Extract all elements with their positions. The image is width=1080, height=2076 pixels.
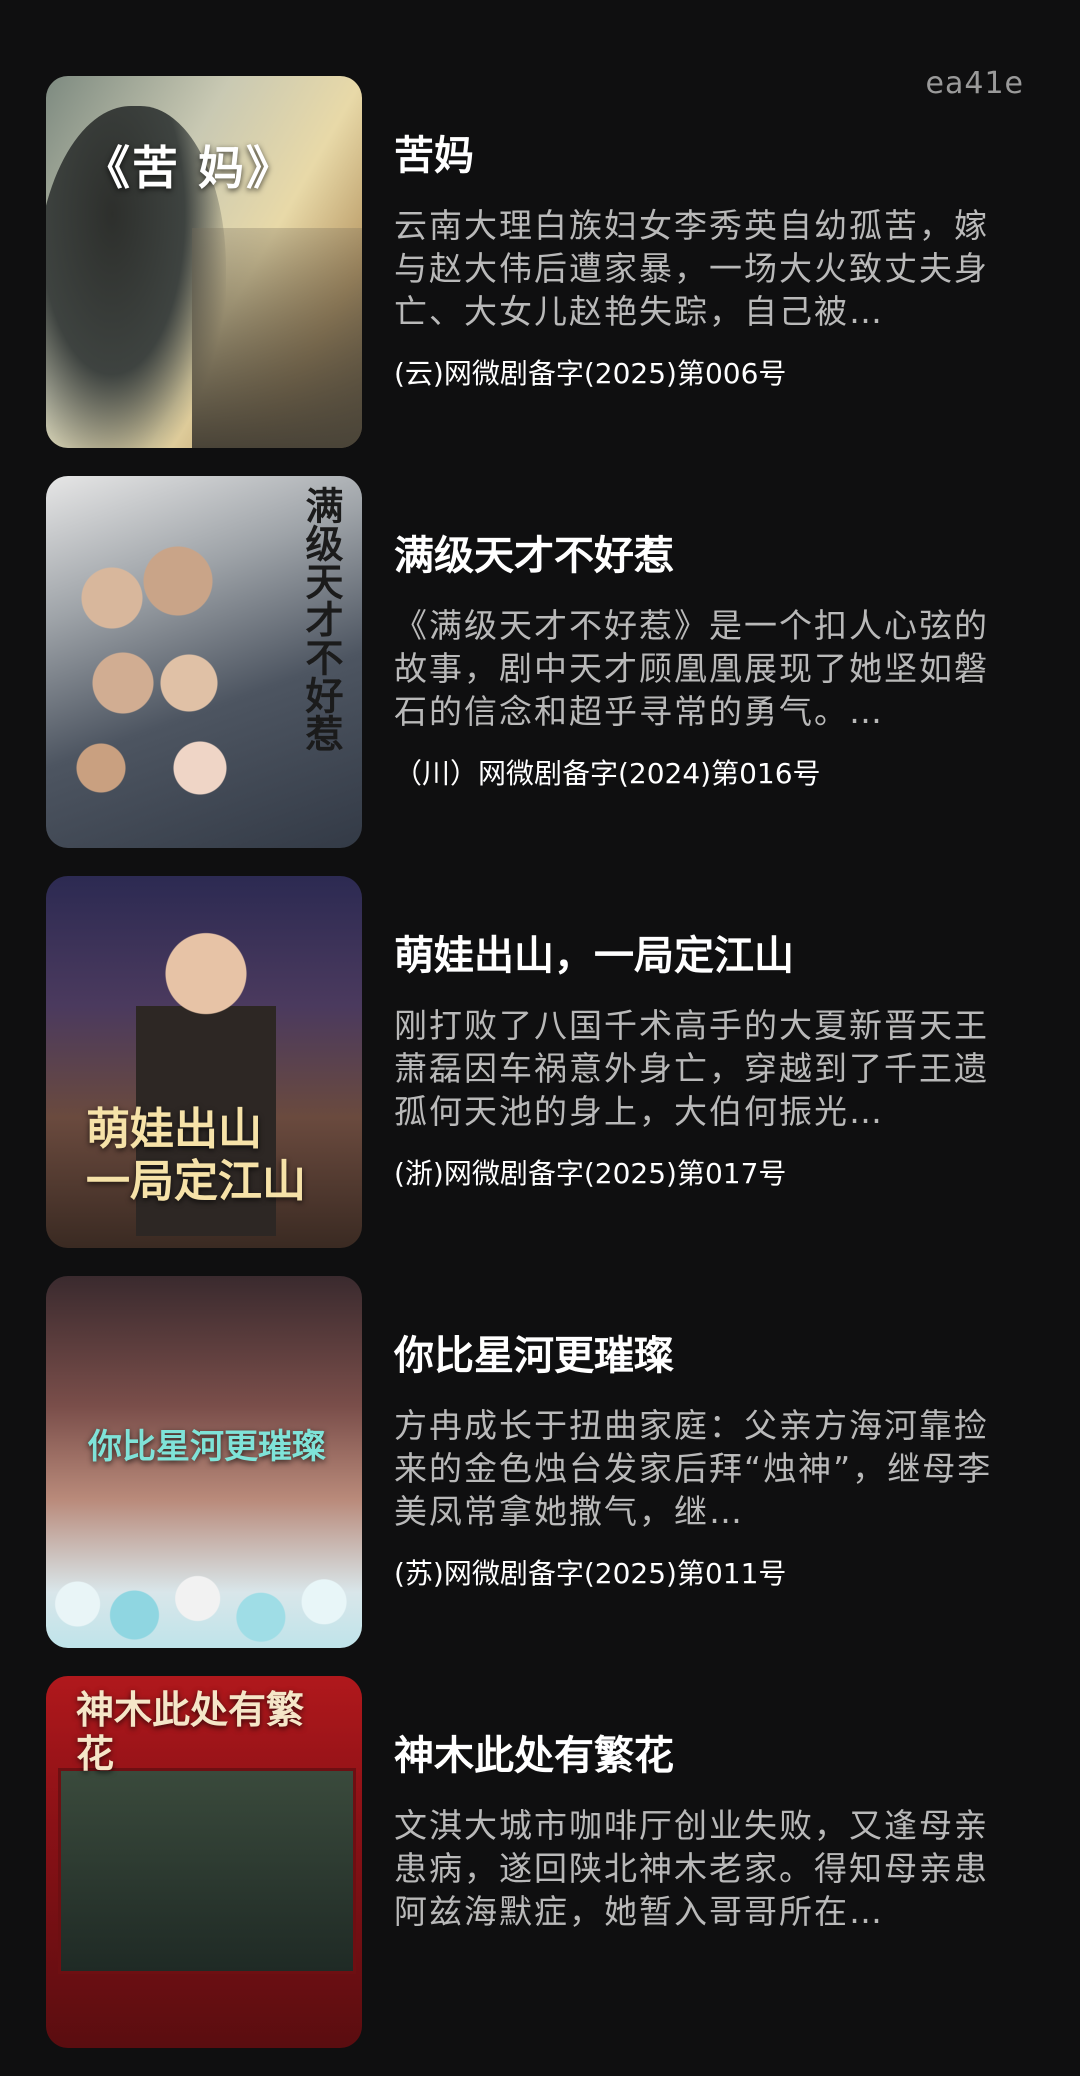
drama-description: 《满级天才不好惹》是一个扣人心弦的故事，剧中天才顾凰凰展现了她坚如磐石的信念和超… bbox=[394, 606, 989, 731]
license-number: (苏)网微剧备字(2025)第011号 bbox=[394, 1557, 787, 1590]
poster-art bbox=[46, 496, 266, 836]
poster-art bbox=[46, 1538, 362, 1648]
drama-card[interactable]: 萌娃出山 一局定江山 萌娃出山，一局定江山 刚打败了八国千术高手的大夏新晋天王萧… bbox=[46, 876, 1046, 1248]
poster-art bbox=[192, 228, 362, 448]
poster-title: 你比星河更璀璨 bbox=[88, 1427, 326, 1467]
license-number: （川）网微剧备字(2024)第016号 bbox=[394, 757, 821, 790]
drama-title[interactable]: 神木此处有繁花 bbox=[394, 1730, 1014, 1782]
drama-description: 刚打败了八国千术高手的大夏新晋天王萧磊因车祸意外身亡，穿越到了千王遗孤何天池的身… bbox=[394, 1006, 989, 1131]
poster-title: 神木此处有繁花 bbox=[76, 1687, 305, 1776]
drama-info: 神木此处有繁花 文淇大城市咖啡厅创业失败，又逢母亲患病，遂回陕北神木老家。得知母… bbox=[394, 1676, 1014, 1955]
poster-image[interactable]: 满级天才不好惹 bbox=[46, 476, 362, 848]
poster-art bbox=[58, 1768, 356, 1974]
drama-description: 方冉成长于扭曲家庭：父亲方海河靠捡来的金色烛台发家后拜“烛神”，继母李美凤常拿她… bbox=[394, 1406, 993, 1531]
drama-title[interactable]: 苦妈 bbox=[394, 130, 1014, 182]
drama-list: 《苦 妈》 苦妈 云南大理白族妇女李秀英自幼孤苦，嫁与赵大伟后遭家暴，一场大火致… bbox=[46, 76, 1046, 2076]
poster-image[interactable]: 你比星河更璀璨 bbox=[46, 1276, 362, 1648]
poster-title: 《苦 妈》 bbox=[84, 141, 295, 195]
license-number: (浙)网微剧备字(2025)第017号 bbox=[394, 1157, 787, 1190]
drama-info: 萌娃出山，一局定江山 刚打败了八国千术高手的大夏新晋天王萧磊因车祸意外身亡，穿越… bbox=[394, 876, 1014, 1193]
license-number: (云)网微剧备字(2025)第006号 bbox=[394, 357, 787, 390]
poster-image[interactable]: 萌娃出山 一局定江山 bbox=[46, 876, 362, 1248]
drama-info: 满级天才不好惹 《满级天才不好惹》是一个扣人心弦的故事，剧中天才顾凰凰展现了她坚… bbox=[394, 476, 1014, 793]
drama-info: 苦妈 云南大理白族妇女李秀英自幼孤苦，嫁与赵大伟后遭家暴，一场大火致丈夫身亡、大… bbox=[394, 76, 1014, 393]
drama-card[interactable]: 《苦 妈》 苦妈 云南大理白族妇女李秀英自幼孤苦，嫁与赵大伟后遭家暴，一场大火致… bbox=[46, 76, 1046, 448]
drama-title[interactable]: 你比星河更璀璨 bbox=[394, 1330, 1014, 1382]
drama-card[interactable]: 满级天才不好惹 满级天才不好惹 《满级天才不好惹》是一个扣人心弦的故事，剧中天才… bbox=[46, 476, 1046, 848]
drama-info: 你比星河更璀璨 方冉成长于扭曲家庭：父亲方海河靠捡来的金色烛台发家后拜“烛神”，… bbox=[394, 1276, 1014, 1593]
drama-description: 文淇大城市咖啡厅创业失败，又逢母亲患病，遂回陕北神木老家。得知母亲患阿兹海默症，… bbox=[394, 1806, 989, 1931]
poster-title: 满级天才不好惹 bbox=[299, 486, 344, 752]
poster-image[interactable]: 神木此处有繁花 bbox=[46, 1676, 362, 2048]
drama-description: 云南大理白族妇女李秀英自幼孤苦，嫁与赵大伟后遭家暴，一场大火致丈夫身亡、大女儿赵… bbox=[394, 206, 989, 331]
drama-title[interactable]: 萌娃出山，一局定江山 bbox=[394, 930, 1014, 982]
poster-title: 萌娃出山 一局定江山 bbox=[86, 1104, 306, 1207]
drama-card[interactable]: 你比星河更璀璨 你比星河更璀璨 方冉成长于扭曲家庭：父亲方海河靠捡来的金色烛台发… bbox=[46, 1276, 1046, 1648]
drama-title[interactable]: 满级天才不好惹 bbox=[394, 530, 1014, 582]
drama-card[interactable]: 神木此处有繁花 神木此处有繁花 文淇大城市咖啡厅创业失败，又逢母亲患病，遂回陕北… bbox=[46, 1676, 1046, 2048]
poster-image[interactable]: 《苦 妈》 bbox=[46, 76, 362, 448]
